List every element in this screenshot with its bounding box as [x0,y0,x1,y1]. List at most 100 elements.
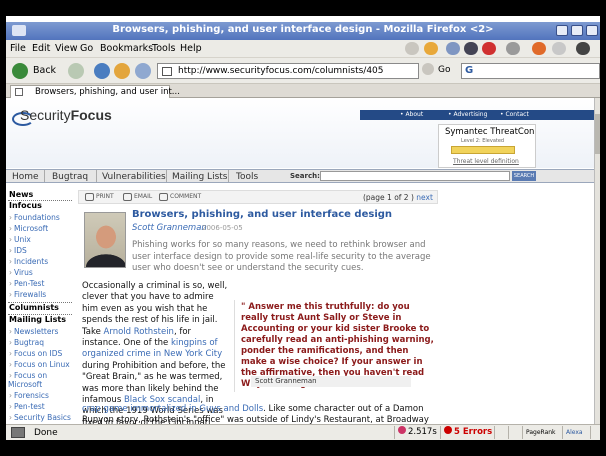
reload-icon[interactable] [94,63,110,79]
close-button[interactable] [586,25,598,36]
email-icon[interactable] [123,193,132,201]
nav-tools[interactable]: Tools [236,172,258,182]
toolbar-icon[interactable] [464,42,478,55]
print-icon[interactable] [85,193,94,201]
menu-bar: File Edit View Go Bookmarks Tools Help [6,40,600,58]
settings-icon[interactable] [552,42,566,55]
vertical-scrollbar[interactable] [594,98,600,424]
sidebar-item-microsoft-list[interactable]: Microsoft [8,380,42,389]
menu-view[interactable]: View [55,43,78,54]
menu-help[interactable]: Help [180,43,202,54]
menu-tools[interactable]: Tools [152,43,175,54]
menu-go[interactable]: Go [80,43,93,54]
next-page-link[interactable]: next [416,193,433,202]
sidebar-item-microsoft[interactable]: › Microsoft [9,224,48,233]
link-about[interactable]: • About [400,111,423,118]
sidebar-columnists-head[interactable]: Columnists [9,303,59,312]
site-search-button[interactable]: SEARCH [512,171,536,181]
link-crap-game[interactable]: crap game immortalized in Guys and Dolls [82,404,263,414]
alexa-widget[interactable]: Alexa [562,426,590,439]
threatcon-gauge [451,146,515,154]
menu-bookmarks[interactable]: Bookmarks [100,43,153,54]
status-settings-icon[interactable] [590,426,600,439]
sidebar-news-head[interactable]: News [9,190,33,199]
site-logo[interactable]: SecurityFocus [20,107,112,123]
pagerank-widget[interactable]: PageRank [522,426,562,439]
nav-mailing-lists[interactable]: Mailing Lists [172,172,227,182]
dropdown-icon[interactable] [422,63,434,75]
sidebar-item-foundations[interactable]: › Foundations [9,213,60,222]
status-globe-icon[interactable] [508,426,522,439]
email-link[interactable]: EMAIL [134,193,152,200]
download-icon[interactable] [424,42,438,55]
back-arrow-icon[interactable] [12,63,28,79]
sidebar-item-forensics[interactable]: › Forensics [9,391,49,400]
sidebar-item-bugtraq[interactable]: › Bugtraq [9,338,44,347]
sidebar-item-virus[interactable]: › Virus [9,268,33,277]
menu-file[interactable]: File [10,43,26,54]
sidebar-item-focus-linux[interactable]: › Focus on Linux [9,360,70,369]
tab-active[interactable]: Browsers, phishing, and user int... [10,85,180,98]
addon-icon[interactable] [532,42,546,55]
sidebar-infocus-head[interactable]: Infocus [9,201,42,210]
url-text: http://www.securityfocus.com/columnists/… [178,66,384,76]
go-button[interactable]: Go [438,65,450,83]
page-icon [162,67,172,76]
status-bar: Done 2.517s 5 Errors PageRank Alexa [6,424,600,440]
article-author[interactable]: Scott Granneman [132,223,207,233]
tool-icon[interactable] [506,42,520,55]
site-search-input[interactable] [320,171,510,181]
sidebar-item-pen-test[interactable]: › Pen-Test [9,279,44,288]
navigation-toolbar: Back http://www.securityfocus.com/column… [6,58,600,84]
nav-separator [228,170,229,182]
threatcon-definition-link[interactable]: Threat level definition [453,158,519,165]
threatcon-level: Level 2: Elevated [461,138,505,144]
article-body: Occasionally a criminal is so, well, cle… [82,281,228,424]
tab-label: Browsers, phishing, and user int... [35,87,180,97]
threatcon-widget[interactable]: Symantec ThreatCon Level 2: Elevated Thr… [438,124,536,168]
pull-quote-author: Scott Granneman [251,376,411,387]
sidebar-item-incidents[interactable]: › Incidents [9,257,48,266]
search-input[interactable]: G [461,63,600,79]
forward-arrow-icon[interactable] [68,63,84,79]
print-link[interactable]: PRINT [96,193,114,200]
sidebar-item-unix[interactable]: › Unix [9,235,31,244]
link-advertising[interactable]: • Advertising [448,111,487,118]
nav-separator [44,170,45,182]
block-icon[interactable] [482,42,496,55]
status-addon-icon[interactable] [494,426,508,439]
sidebar-item-firewalls[interactable]: › Firewalls [9,290,46,299]
sidebar-item-ids[interactable]: › IDS [9,246,27,255]
site-nav: Home Bugtraq Vulnerabilities Mailing Lis… [6,169,594,183]
comment-link[interactable]: COMMENT [170,193,201,200]
sidebar-item-pen-test-list[interactable]: › Pen-test [9,402,45,411]
sidebar-mailing-head[interactable]: Mailing Lists [9,315,66,324]
status-text: Done [34,428,58,438]
nav-vulnerabilities[interactable]: Vulnerabilities [102,172,166,182]
frame-bottom [0,440,606,456]
menu-edit[interactable]: Edit [32,43,50,54]
search-label: Search: [290,172,320,180]
scrollbar-thumb[interactable] [595,114,600,154]
error-count[interactable]: 5 Errors [440,426,494,439]
link-contact[interactable]: • Contact [500,111,529,118]
minimize-button[interactable] [556,25,568,36]
bookmark-icon[interactable] [135,63,151,79]
sidebar-item-focus-on[interactable]: › Focus on [9,371,47,380]
sidebar-item-security-basics[interactable]: › Security Basics [9,413,71,422]
edit-icon[interactable] [405,42,419,55]
comment-icon[interactable] [159,193,168,201]
window-titlebar[interactable]: Browsers, phishing, and user interface d… [6,22,600,40]
nav-bugtraq[interactable]: Bugtraq [52,172,88,182]
back-button[interactable]: Back [33,65,56,83]
link-arnold-rothstein[interactable]: Arnold Rothstein [104,327,174,337]
sidebar-item-focus-ids[interactable]: › Focus on IDS [9,349,62,358]
sidebar-item-newsletters[interactable]: › Newsletters [9,327,58,336]
window-title: Browsers, phishing, and user interface d… [112,24,494,35]
home-icon[interactable] [114,63,130,79]
url-bar[interactable]: http://www.securityfocus.com/columnists/… [157,63,419,79]
site-header: SecurityFocus • About • Advertising • Co… [6,98,594,168]
extension-icon[interactable] [446,42,460,55]
nav-home[interactable]: Home [12,172,39,182]
maximize-button[interactable] [571,25,583,36]
